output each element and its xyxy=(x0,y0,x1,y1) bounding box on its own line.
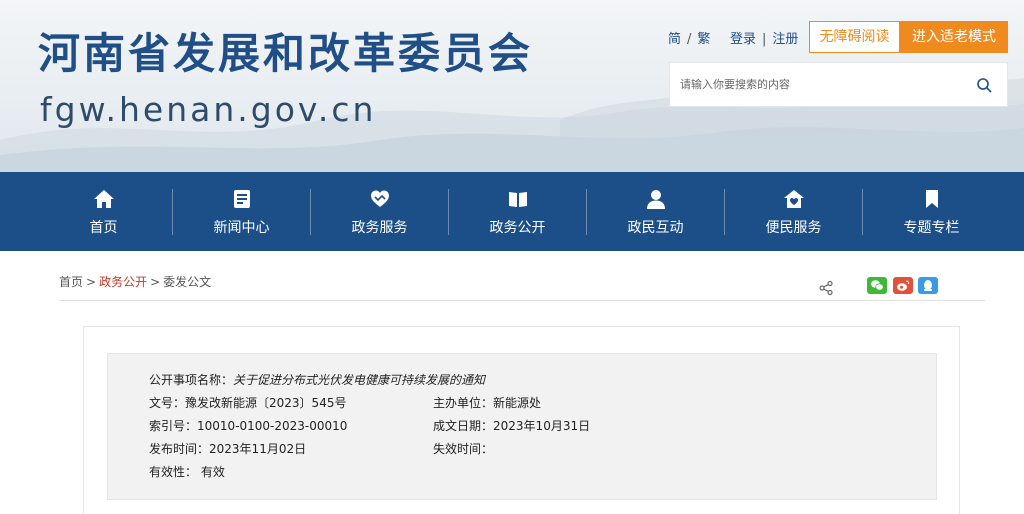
nav-label-convenience: 便民服务 xyxy=(765,220,822,236)
meta-doc-number-label: 文号： xyxy=(149,396,186,410)
nav-item-news[interactable]: 新闻中心 xyxy=(173,172,310,251)
handshake-heart-icon xyxy=(370,190,389,207)
document-card: 公开事项名称：关于促进分布式光伏发电健康可持续发展的通知 文号：豫发改新能源〔2… xyxy=(83,326,960,514)
language-switch: 简 / 繁 xyxy=(668,28,710,47)
search-input[interactable] xyxy=(670,63,960,106)
meta-host-unit-value: 新能源处 xyxy=(493,396,542,410)
meta-publish-date-row: 发布时间：2023年11月02日 xyxy=(149,441,306,457)
meta-index-row: 索引号：10010-0100-2023-00010 xyxy=(149,418,347,434)
meta-doc-number-row: 文号：豫发改新能源〔2023〕545号 xyxy=(149,395,346,411)
site-domain: fgw.henan.gov.cn xyxy=(40,90,377,129)
login-link[interactable]: 登录 xyxy=(730,32,756,47)
meta-validity-label: 有效性： xyxy=(149,465,198,479)
page: 河南省发展和改革委员会 fgw.henan.gov.cn 简 / 繁 登录 | 注册 无… xyxy=(0,0,1024,514)
meta-publish-date-label: 发布时间： xyxy=(149,442,210,456)
nav-item-interaction[interactable]: 政民互动 xyxy=(587,172,724,251)
nav-label-gov-affairs-open: 政务公开 xyxy=(489,220,546,236)
breadcrumb: 首页 > 政务公开 > 委发公文 xyxy=(59,273,211,290)
nav-label-special-topics: 专题专栏 xyxy=(903,220,960,236)
lang-separator: / xyxy=(687,32,692,47)
house-heart-icon xyxy=(783,190,804,208)
breadcrumb-arrow: > xyxy=(150,275,161,289)
meta-expire-label: 失效时间： xyxy=(433,442,494,456)
search-icon[interactable] xyxy=(976,77,992,93)
search-box xyxy=(669,62,1008,107)
breadcrumb-arrow: > xyxy=(86,275,97,289)
nav-label-gov-services: 政务服务 xyxy=(351,220,408,236)
meta-written-date-label: 成文日期： xyxy=(433,419,494,433)
breadcrumb-home-link[interactable]: 首页 xyxy=(59,275,83,289)
nav-item-gov-affairs-open[interactable]: 政务公开 xyxy=(449,172,586,251)
meta-validity-row: 有效性： 有效 xyxy=(149,464,225,480)
nav-item-special-topics[interactable]: 专题专栏 xyxy=(863,172,1000,251)
user-icon xyxy=(646,190,665,209)
lang-traditional-link[interactable]: 繁 xyxy=(697,28,710,47)
meta-index-value: 10010-0100-2023-00010 xyxy=(197,419,348,433)
nav-label-news: 新闻中心 xyxy=(213,220,270,236)
accessible-reading-button[interactable]: 无障碍阅读 xyxy=(809,21,900,53)
auth-separator: | xyxy=(762,32,767,47)
meta-publish-date-value: 2023年11月02日 xyxy=(209,442,307,456)
nav-label-interaction: 政民互动 xyxy=(627,220,684,236)
meta-doc-number-value: 豫发改新能源〔2023〕545号 xyxy=(185,396,347,410)
meta-host-unit-row: 主办单位：新能源处 xyxy=(433,395,541,411)
news-icon xyxy=(233,190,250,208)
nav-label-home: 首页 xyxy=(89,220,118,236)
site-title: 河南省发展和改革委员会 xyxy=(38,29,534,78)
meta-title-value: 关于促进分布式光伏发电健康可持续发展的通知 xyxy=(233,373,486,387)
home-icon xyxy=(93,190,114,208)
site-header: 河南省发展和改革委员会 fgw.henan.gov.cn 简 / 繁 登录 | 注册 无… xyxy=(0,0,1024,172)
wechat-icon[interactable] xyxy=(867,277,887,294)
weibo-icon[interactable] xyxy=(893,277,913,294)
open-book-icon xyxy=(508,192,527,207)
bookmark-icon xyxy=(925,190,938,208)
meta-host-unit-label: 主办单位： xyxy=(433,396,494,410)
auth-links: 登录 | 注册 xyxy=(730,28,798,47)
meta-validity-value: 有效 xyxy=(200,465,225,479)
breadcrumb-section-link[interactable]: 政务公开 xyxy=(99,275,147,289)
document-meta-box: 公开事项名称：关于促进分布式光伏发电健康可持续发展的通知 文号：豫发改新能源〔2… xyxy=(107,353,937,500)
nav-item-convenience[interactable]: 便民服务 xyxy=(725,172,862,251)
meta-title-row: 公开事项名称：关于促进分布式光伏发电健康可持续发展的通知 xyxy=(149,372,485,388)
meta-index-label: 索引号： xyxy=(149,419,198,433)
elder-mode-button[interactable]: 进入适老模式 xyxy=(900,21,1008,53)
qq-icon[interactable] xyxy=(918,277,938,294)
main-nav: 首页 新闻中心 政务服务 政务公开 政民互动 便民服务 专题专栏 xyxy=(0,172,1024,251)
nav-item-home[interactable]: 首页 xyxy=(35,172,172,251)
meta-title-label: 公开事项名称： xyxy=(149,373,234,387)
meta-expire-row: 失效时间： xyxy=(433,441,493,457)
breadcrumb-current: 委发公文 xyxy=(163,275,212,289)
share-icon[interactable] xyxy=(818,280,834,296)
breadcrumb-divider xyxy=(59,300,985,301)
register-link[interactable]: 注册 xyxy=(772,32,798,47)
lang-simplified-link[interactable]: 简 xyxy=(668,28,681,47)
nav-item-gov-services[interactable]: 政务服务 xyxy=(311,172,448,251)
meta-written-date-value: 2023年10月31日 xyxy=(493,419,591,433)
meta-written-date-row: 成文日期：2023年10月31日 xyxy=(433,418,590,434)
